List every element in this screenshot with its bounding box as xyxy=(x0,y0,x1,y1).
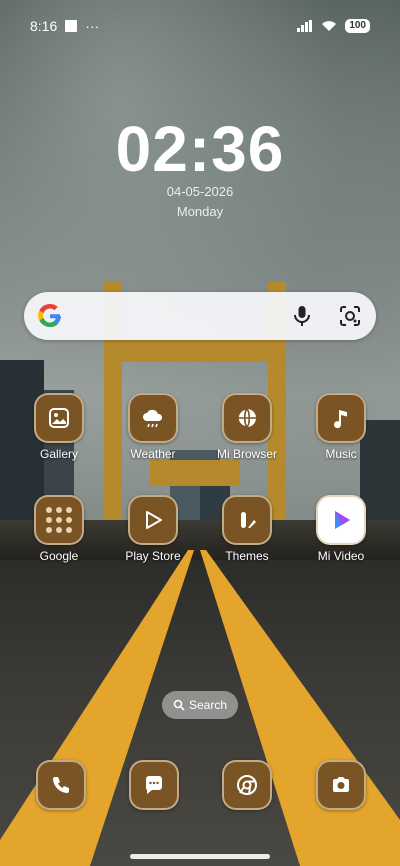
browser-icon[interactable] xyxy=(222,393,272,443)
google-search-widget[interactable] xyxy=(24,292,376,340)
app-play-store[interactable]: Play Store xyxy=(108,495,198,563)
app-weather[interactable]: Weather xyxy=(108,393,198,461)
wifi-icon xyxy=(322,21,337,31)
app-label: Google xyxy=(39,549,79,563)
bridge-beam xyxy=(104,340,286,362)
music-icon[interactable] xyxy=(316,393,366,443)
search-icon xyxy=(173,699,185,711)
weather-icon[interactable] xyxy=(128,393,178,443)
mi-video-icon[interactable] xyxy=(316,495,366,545)
messages-icon[interactable] xyxy=(129,760,179,810)
battery-indicator: 100 xyxy=(345,19,370,33)
gallery-icon[interactable] xyxy=(34,393,84,443)
google-g-icon xyxy=(38,304,61,327)
camera-icon[interactable] xyxy=(316,760,366,810)
app-label: Mi Video xyxy=(317,549,365,563)
app-label: Play Store xyxy=(125,549,181,563)
clock-day: Monday xyxy=(176,204,224,219)
app-gallery[interactable]: Gallery xyxy=(14,393,104,461)
more-notifications: ··· xyxy=(85,18,100,34)
app-themes[interactable]: Themes xyxy=(202,495,292,563)
app-label: Weather xyxy=(130,447,176,461)
app-google-folder[interactable]: Google xyxy=(14,495,104,563)
app-label: Mi Browser xyxy=(216,447,277,461)
app-label: Themes xyxy=(225,549,269,563)
app-search-label: Search xyxy=(188,698,228,712)
app-music[interactable]: Music xyxy=(296,393,386,461)
home-indicator[interactable] xyxy=(130,854,270,859)
bridge-beam xyxy=(150,460,240,486)
signal-icon xyxy=(297,20,313,32)
app-mi-video[interactable]: Mi Video xyxy=(296,495,386,563)
status-time: 8:16 xyxy=(30,18,58,34)
themes-icon[interactable] xyxy=(222,495,272,545)
app-label: Gallery xyxy=(39,447,78,461)
clock-time[interactable]: 02:36 xyxy=(0,112,400,186)
google-folder-icon[interactable] xyxy=(34,495,84,545)
clock-date: 04-05-2026 xyxy=(166,184,234,199)
phone-icon[interactable] xyxy=(36,760,86,810)
status-bar: 8:16 ··· 100 xyxy=(0,0,400,52)
app-search-pill[interactable]: Search xyxy=(162,691,238,719)
app-label: Music xyxy=(325,447,357,461)
play-store-icon[interactable] xyxy=(128,495,178,545)
chrome-icon[interactable] xyxy=(222,760,272,810)
google-lens-icon[interactable] xyxy=(338,304,362,328)
microphone-icon[interactable] xyxy=(290,304,314,328)
app-mi-browser[interactable]: Mi Browser xyxy=(202,393,292,461)
notification-icon xyxy=(65,20,78,32)
